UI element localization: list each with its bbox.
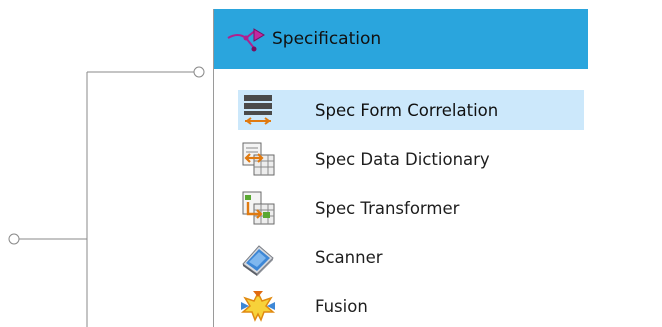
menu-item-fusion[interactable]: Fusion: [238, 286, 584, 326]
panel-header[interactable]: Specification: [214, 9, 588, 69]
menu-item-label: Fusion: [315, 296, 368, 316]
menu-item-label: Spec Data Dictionary: [315, 149, 490, 169]
stage: Specification Spec Form Correlation Spec…: [0, 0, 662, 327]
specification-panel: Specification Spec Form Correlation Spec…: [213, 9, 588, 327]
scanner-icon: [238, 237, 278, 277]
menu-item-label: Spec Form Correlation: [315, 100, 499, 120]
fusion-icon: [238, 286, 278, 326]
menu-item-spec-form-correlation[interactable]: Spec Form Correlation: [238, 90, 584, 130]
menu-item-spec-data-dictionary[interactable]: Spec Data Dictionary: [238, 139, 584, 179]
menu-item-spec-transformer[interactable]: Spec Transformer: [238, 188, 584, 228]
menu-item-label: Spec Transformer: [315, 198, 460, 218]
menu-item-label: Scanner: [315, 247, 383, 267]
tree-connector: [8, 66, 205, 327]
top-node-circle: [193, 66, 205, 78]
branch-arrow-icon: [226, 19, 276, 59]
menu-item-scanner[interactable]: Scanner: [238, 237, 584, 277]
transformer-icon: [238, 188, 278, 228]
panel-title: Specification: [272, 29, 382, 49]
data-dictionary-icon: [238, 139, 278, 179]
form-correlation-icon: [238, 90, 278, 130]
left-node-circle: [8, 233, 20, 245]
